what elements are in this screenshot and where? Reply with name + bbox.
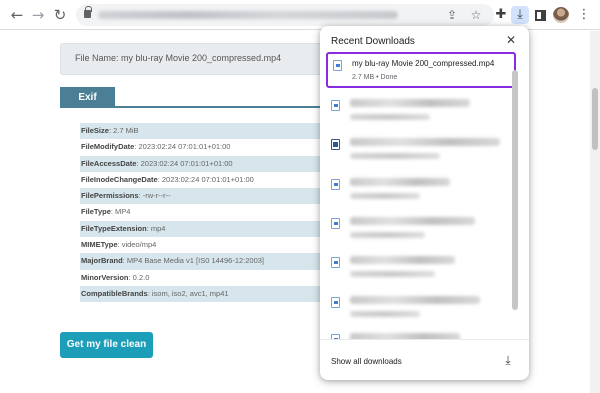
open-downloads-folder-icon[interactable]: ⤓ [500,352,516,368]
blurred-text [350,296,480,304]
metadata-row: MIMEType: video/mp4 [80,237,360,253]
metadata-key: FileInodeChangeDate [81,174,158,184]
metadata-key: FilePermissions [81,191,139,201]
blurred-text [350,217,475,225]
metadata-row: FileSize: 2.7 MiB [80,123,360,140]
tab-exif[interactable]: Exif [60,87,115,108]
metadata-value: : isom, iso2, avc1, mp41 [147,288,229,298]
side-panel-button[interactable] [531,6,549,24]
side-panel-icon [534,10,546,21]
file-icon [333,60,342,71]
forward-icon[interactable]: → [29,6,47,24]
download-item[interactable] [326,212,516,248]
download-item-status: 2.7 MB • Done [352,74,398,81]
metadata-row: MajorBrand: MP4 Base Media v1 [IS0 14496… [80,253,360,270]
downloads-bubble: Recent Downloads ✕ my blu-ray Movie 200_… [320,26,529,380]
metadata-row: FileTypeExtension: mp4 [80,220,360,238]
browser-menu-icon[interactable]: ⋮ [575,6,593,24]
metadata-row: FileType: MP4 [80,204,360,220]
extensions-icon[interactable]: ✚ [492,6,510,24]
blurred-text [350,232,425,238]
show-all-downloads-link[interactable]: Show all downloads [331,357,402,366]
page-scrollbar[interactable] [590,31,600,393]
metadata-value: : MP4 Base Media v1 [IS0 14496-12:2003] [122,256,265,266]
downloads-title: Recent Downloads [331,36,415,47]
file-icon [331,218,340,229]
back-icon[interactable]: ← [8,6,26,24]
download-item-name: my blu-ray Movie 200_compressed.mp4 [352,59,495,68]
metadata-value: : 2023:02:24 07:01:01+01:00 [136,158,233,168]
blurred-text [350,138,500,146]
metadata-row: FilePermissions: -rw-r--r-- [80,188,360,205]
metadata-tab-bar: Exif [60,87,360,108]
metadata-value: : video/mp4 [117,240,157,250]
page-scrollbar-thumb[interactable] [592,88,598,150]
profile-avatar[interactable] [553,7,569,23]
blurred-text [350,178,450,186]
blurred-url [98,11,398,19]
downloads-icon[interactable]: ⤓ [511,6,529,24]
metadata-key: FileTypeExtension [81,223,147,233]
metadata-value: : 2.7 MiB [108,126,139,135]
downloads-scrollbar-thumb[interactable] [512,70,518,310]
download-item[interactable] [326,173,516,209]
file-name-label: File Name: my blu-ray Movie 200_compress… [75,53,282,63]
metadata-row: FileInodeChangeDate: 2023:02:24 07:01:01… [80,172,360,188]
metadata-key: FileSize [81,126,109,135]
metadata-row: MinorVersion: 0.2.0 [80,270,360,286]
metadata-key: MIMEType [81,240,118,250]
download-item[interactable] [326,291,516,327]
file-icon [331,179,340,190]
close-icon[interactable]: ✕ [504,33,518,47]
blurred-text [350,153,440,159]
metadata-value: : 0.2.0 [128,272,150,282]
divider [320,339,529,340]
metadata-value: : -rw-r--r-- [138,191,171,201]
metadata-value: : mp4 [146,223,166,233]
bookmark-star-icon[interactable]: ☆ [468,7,484,23]
metadata-row: CompatibleBrands: isom, iso2, avc1, mp41 [80,285,360,303]
blurred-text [350,311,420,317]
metadata-key: FileAccessDate [81,158,137,168]
address-bar[interactable]: ⇪ ☆ [76,4,494,26]
blurred-text [350,99,470,107]
download-item[interactable] [326,94,516,130]
file-icon [331,257,340,268]
file-icon [331,297,340,308]
blurred-text [350,271,435,277]
file-icon [331,100,340,111]
metadata-value: : MP4 [110,207,131,217]
metadata-key: MajorBrand [81,256,123,266]
metadata-row: FileAccessDate: 2023:02:24 07:01:01+01:0… [80,155,360,172]
metadata-row: FileModifyDate: 2023:02:24 07:01:01+01:0… [80,139,360,155]
metadata-value: : 2023:02:24 07:01:01+01:00 [134,142,231,152]
download-item[interactable] [326,133,516,169]
blurred-text [350,114,430,120]
metadata-value: : 2023:02:24 07:01:01+01:00 [157,174,254,184]
metadata-key: MinorVersion [81,272,129,282]
metadata-table: FileSize: 2.7 MiB FileModifyDate: 2023:02… [80,123,360,303]
download-item-current[interactable]: my blu-ray Movie 200_compressed.mp4 2.7 … [326,52,516,88]
blurred-text [350,256,455,264]
download-item[interactable] [326,251,516,287]
blurred-text [350,193,420,199]
file-name-box: File Name: my blu-ray Movie 200_compress… [60,43,360,75]
word-file-icon [331,139,340,150]
get-file-clean-button[interactable]: Get my file clean [60,332,153,358]
lock-icon[interactable] [84,6,92,18]
metadata-key: FileType [81,207,111,217]
reload-icon[interactable]: ↻ [51,6,69,24]
share-icon[interactable]: ⇪ [444,7,460,23]
metadata-key: CompatibleBrands [81,288,148,298]
metadata-key: FileModifyDate [81,142,135,152]
